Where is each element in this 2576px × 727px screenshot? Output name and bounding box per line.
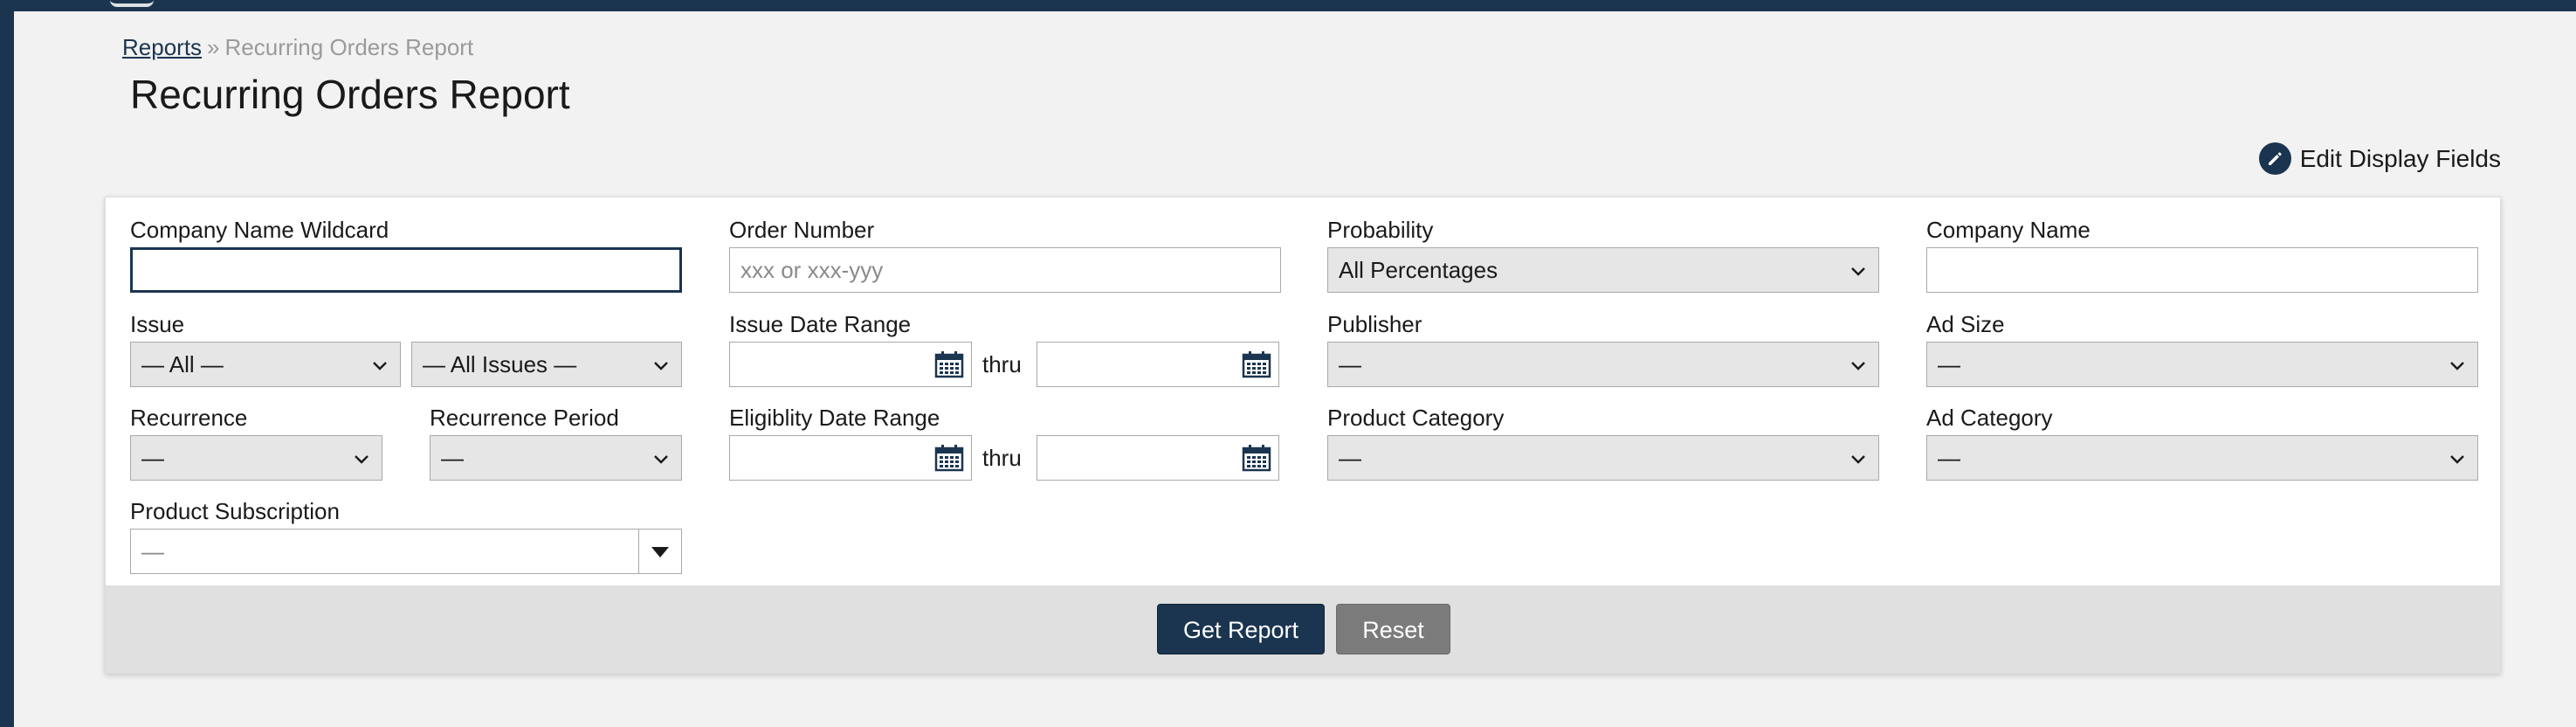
top-nav-bar (0, 0, 2576, 11)
logo[interactable] (110, 0, 154, 7)
issue-thru-label: thru (982, 351, 1022, 377)
issue-date-end-input[interactable] (1037, 342, 1279, 387)
recurrence-period-select[interactable]: — (430, 435, 682, 481)
breadcrumb-reports-link[interactable]: Reports (122, 34, 202, 60)
chevron-down-icon (2450, 455, 2464, 464)
chevron-down-icon (355, 455, 368, 464)
eligibility-date-end-input[interactable] (1037, 435, 1279, 481)
recurrence-label: Recurrence (130, 405, 248, 431)
issues-list-select[interactable]: — All Issues — (411, 342, 682, 387)
eligibility-date-start-input[interactable] (729, 435, 972, 481)
breadcrumb-current: Recurring Orders Report (224, 34, 474, 60)
ad-size-label: Ad Size (1926, 311, 2005, 337)
recurrence-select[interactable]: — (130, 435, 382, 481)
ad-size-select[interactable]: — (1926, 342, 2478, 387)
company-name-label: Company Name (1926, 217, 2090, 243)
report-filter-card: Company Name Wildcard Order Number xxx o… (105, 197, 2501, 674)
reset-button[interactable]: Reset (1336, 604, 1450, 654)
caret-down-icon[interactable] (651, 547, 669, 557)
recurrence-period-label: Recurrence Period (430, 405, 619, 431)
pencil-icon (2258, 142, 2291, 175)
calendar-icon[interactable] (1242, 444, 1271, 472)
chevron-down-icon (654, 362, 668, 370)
publisher-select[interactable]: — (1327, 342, 1879, 387)
chevron-down-icon (654, 455, 668, 464)
company-name-wildcard-input[interactable] (130, 247, 682, 293)
combobox-divider (638, 530, 639, 573)
chevron-down-icon (1851, 362, 1865, 370)
publisher-label: Publisher (1327, 311, 1422, 337)
calendar-icon[interactable] (934, 350, 964, 378)
order-number-label: Order Number (729, 217, 875, 243)
product-category-select[interactable]: — (1327, 435, 1879, 481)
order-number-placeholder: xxx or xxx-yyy (740, 257, 884, 283)
left-edge-bar (0, 0, 14, 727)
product-subscription-combobox[interactable]: — (130, 529, 682, 574)
breadcrumb-separator: » (207, 34, 220, 60)
calendar-icon[interactable] (934, 444, 964, 472)
issue-date-range-label: Issue Date Range (729, 311, 912, 337)
eligibility-thru-label: thru (982, 445, 1022, 471)
breadcrumb: Reports» Recurring Orders Report (122, 33, 473, 61)
chevron-down-icon (1851, 455, 1865, 464)
issue-date-start-input[interactable] (729, 342, 972, 387)
ad-category-label: Ad Category (1926, 405, 2053, 431)
page-title: Recurring Orders Report (130, 72, 570, 117)
issue-select[interactable]: — All — (130, 342, 401, 387)
order-number-input[interactable]: xxx or xxx-yyy (729, 247, 1281, 293)
probability-select[interactable]: All Percentages (1327, 247, 1879, 293)
probability-label: Probability (1327, 217, 1434, 243)
form-actions-footer: Get Report Reset (106, 585, 2500, 673)
company-name-input[interactable] (1926, 247, 2478, 293)
ad-category-select[interactable]: — (1926, 435, 2478, 481)
product-category-label: Product Category (1327, 405, 1505, 431)
chevron-down-icon (2450, 362, 2464, 370)
company-name-wildcard-label: Company Name Wildcard (130, 217, 389, 243)
edit-display-fields-button[interactable]: Edit Display Fields (2258, 142, 2501, 175)
chevron-down-icon (1851, 267, 1865, 276)
chevron-down-icon (373, 362, 387, 370)
product-subscription-label: Product Subscription (130, 498, 340, 524)
issue-label: Issue (130, 311, 185, 337)
edit-display-fields-label: Edit Display Fields (2299, 144, 2501, 172)
calendar-icon[interactable] (1242, 350, 1271, 378)
get-report-button[interactable]: Get Report (1157, 604, 1325, 654)
eligibility-date-range-label: Eligiblity Date Range (729, 405, 940, 431)
